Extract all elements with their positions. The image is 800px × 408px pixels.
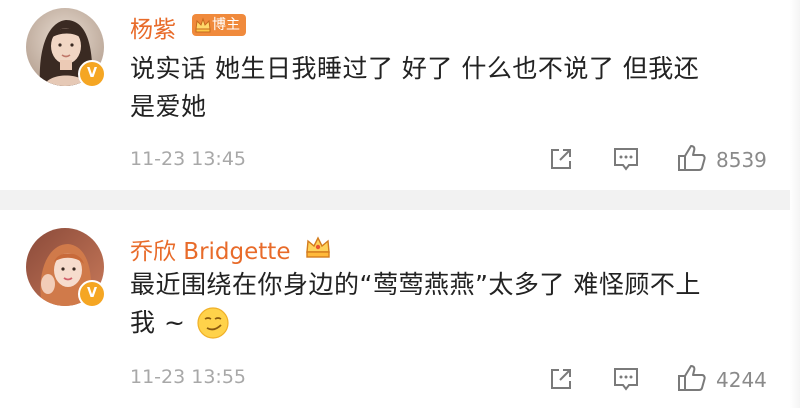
author-name[interactable]: 杨紫 (130, 10, 176, 44)
like-count: 8539 (716, 148, 767, 172)
crown-icon (306, 236, 330, 258)
verified-badge-icon: V (78, 280, 106, 308)
scroll-edge (790, 0, 800, 408)
avatar[interactable]: V (26, 228, 106, 308)
share-icon[interactable] (548, 146, 574, 172)
share-icon[interactable] (548, 366, 574, 392)
comment-text-line: 说实话 她生日我睡过了 好了 什么也不说了 但我还 (130, 54, 700, 83)
comment-icon[interactable] (612, 366, 640, 392)
comment-text-line: 我 ~ (130, 304, 770, 342)
comment-text-line-content: 我 ~ (130, 308, 186, 337)
like-icon[interactable] (676, 142, 708, 174)
verified-badge-icon: V (78, 60, 106, 88)
like-count: 4244 (716, 368, 767, 392)
author-name[interactable]: 乔欣 Bridgette (130, 232, 290, 266)
comment-separator (0, 190, 800, 210)
comment-item: V 乔欣 Bridgette 最近围绕在你身边的“莺莺燕燕”太多了 难怪顾不上 … (0, 210, 790, 408)
blogger-badge-label: 博主 (212, 17, 240, 33)
avatar[interactable]: V (26, 8, 106, 88)
comment-icon[interactable] (612, 146, 640, 172)
crown-icon (195, 17, 211, 33)
comment-text-line: 最近围绕在你身边的“莺莺燕燕”太多了 难怪顾不上 (130, 270, 701, 299)
comment-text-line: 是爱她 (130, 92, 207, 121)
blogger-badge: 博主 (192, 14, 246, 36)
timestamp: 11-23 13:55 (130, 366, 247, 388)
comment-text: 说实话 她生日我睡过了 好了 什么也不说了 但我还 是爱她 (130, 50, 770, 126)
comment-text: 最近围绕在你身边的“莺莺燕燕”太多了 难怪顾不上 我 ~ (130, 266, 770, 342)
comment-item: V 杨紫 博主 说实话 她生日我睡过了 好了 什么也不说了 但我还 是爱她 11… (0, 0, 790, 190)
timestamp: 11-23 13:45 (130, 148, 247, 170)
like-icon[interactable] (676, 362, 708, 394)
grinning-smirk-emoji (197, 307, 229, 339)
